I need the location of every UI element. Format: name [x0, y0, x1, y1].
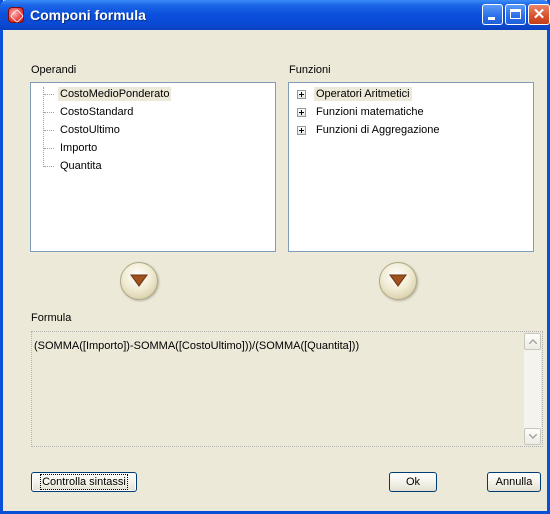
insert-operand-button[interactable]	[120, 262, 158, 300]
app-icon	[8, 7, 24, 23]
window-title: Componi formula	[30, 7, 146, 23]
ok-label: Ok	[405, 476, 421, 488]
dialog-window: Componi formula ✕ Operandi CostoMedioPon…	[0, 0, 550, 514]
operands-label: Operandi	[31, 64, 77, 76]
close-button[interactable]: ✕	[528, 4, 550, 25]
arrow-down-icon	[130, 274, 148, 287]
ok-button[interactable]: Ok	[389, 472, 437, 492]
cancel-button[interactable]: Annulla	[487, 472, 541, 492]
title-bar[interactable]: Componi formula ✕	[0, 0, 550, 30]
function-category-item[interactable]: Operatori Aritmetici	[314, 87, 412, 101]
operand-item[interactable]: CostoStandard	[60, 105, 133, 119]
tree-line	[44, 94, 54, 95]
chevron-down-icon	[529, 434, 537, 439]
operand-item[interactable]: Importo	[60, 141, 97, 155]
formula-value: (SOMMA([Importo])-SOMMA([CostoUltimo]))/…	[34, 340, 360, 352]
check-syntax-label: Controlla sintassi	[40, 474, 128, 490]
function-category-item[interactable]: Funzioni di Aggregazione	[316, 123, 440, 137]
formula-textarea[interactable]: (SOMMA([Importo])-SOMMA([CostoUltimo]))/…	[31, 331, 543, 447]
functions-list[interactable]: Operatori Aritmetici Funzioni matematich…	[288, 82, 534, 252]
expand-icon[interactable]	[297, 90, 306, 99]
operand-item[interactable]: CostoMedioPonderato	[58, 87, 172, 101]
check-syntax-button[interactable]: Controlla sintassi	[31, 472, 137, 492]
scroll-down-button[interactable]	[524, 428, 541, 445]
expand-icon[interactable]	[297, 126, 306, 135]
formula-scrollbar[interactable]	[524, 333, 541, 445]
minimize-button[interactable]	[482, 4, 503, 25]
cancel-label: Annulla	[495, 476, 533, 488]
function-category-item[interactable]: Funzioni matematiche	[316, 105, 424, 119]
tree-line	[43, 87, 44, 167]
expand-icon[interactable]	[297, 108, 306, 117]
operand-item[interactable]: CostoUltimo	[60, 123, 120, 137]
tree-line	[44, 130, 54, 131]
chevron-up-icon	[529, 339, 537, 344]
formula-label: Formula	[31, 312, 72, 324]
tree-line	[44, 148, 54, 149]
scroll-up-button[interactable]	[524, 333, 541, 350]
tree-line	[44, 166, 54, 167]
insert-function-button[interactable]	[379, 262, 417, 300]
maximize-button[interactable]	[505, 4, 526, 25]
operand-item[interactable]: Quantita	[60, 159, 102, 173]
operands-list[interactable]: CostoMedioPonderato CostoStandard CostoU…	[30, 82, 276, 252]
tree-line	[44, 112, 54, 113]
functions-label: Funzioni	[289, 64, 331, 76]
arrow-down-icon	[389, 274, 407, 287]
close-icon: ✕	[532, 6, 546, 23]
